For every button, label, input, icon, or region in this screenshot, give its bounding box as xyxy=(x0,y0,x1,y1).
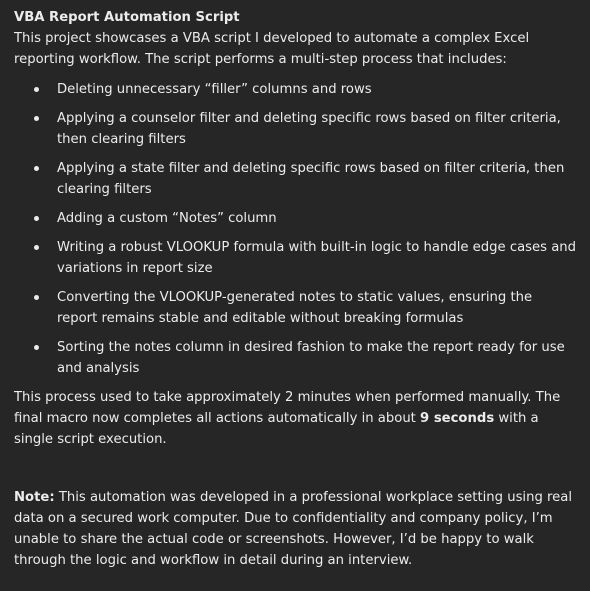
result-paragraph: This process used to take approximately … xyxy=(14,387,576,450)
document-body: VBA Report Automation Script This projec… xyxy=(0,0,590,571)
bullet-icon xyxy=(34,295,39,300)
bullet-icon xyxy=(34,216,39,221)
bullet-icon xyxy=(34,166,39,171)
bullet-icon xyxy=(34,345,39,350)
note-label: Note: xyxy=(14,490,55,505)
note-text: This automation was developed in a profe… xyxy=(14,490,573,568)
result-highlight: 9 seconds xyxy=(420,411,495,426)
list-item: Sorting the notes column in desired fash… xyxy=(14,337,576,379)
list-item-text: Adding a custom “Notes” column xyxy=(57,211,277,226)
list-item-text: Applying a state filter and deleting spe… xyxy=(57,161,565,197)
list-item: Deleting unnecessary “filler” columns an… xyxy=(14,79,576,100)
list-item-text: Applying a counselor filter and deleting… xyxy=(57,111,561,147)
bullet-icon xyxy=(34,87,39,92)
document-title: VBA Report Automation Script xyxy=(14,10,240,25)
list-item-text: Writing a robust VLOOKUP formula with bu… xyxy=(57,240,577,276)
bullet-icon xyxy=(34,116,39,121)
bullet-icon xyxy=(34,245,39,250)
note-paragraph: Note: This automation was developed in a… xyxy=(14,487,576,571)
list-item: Converting the VLOOKUP-generated notes t… xyxy=(14,287,576,329)
list-item: Adding a custom “Notes” column xyxy=(14,208,576,229)
list-item: Applying a state filter and deleting spe… xyxy=(14,158,576,200)
list-item-text: Sorting the notes column in desired fash… xyxy=(57,340,565,376)
list-item: Writing a robust VLOOKUP formula with bu… xyxy=(14,237,576,279)
intro-paragraph: This project showcases a VBA script I de… xyxy=(14,31,530,67)
list-item-text: Converting the VLOOKUP-generated notes t… xyxy=(57,290,533,326)
steps-list: Deleting unnecessary “filler” columns an… xyxy=(14,79,576,379)
list-item-text: Deleting unnecessary “filler” columns an… xyxy=(57,82,372,97)
list-item: Applying a counselor filter and deleting… xyxy=(14,108,576,150)
